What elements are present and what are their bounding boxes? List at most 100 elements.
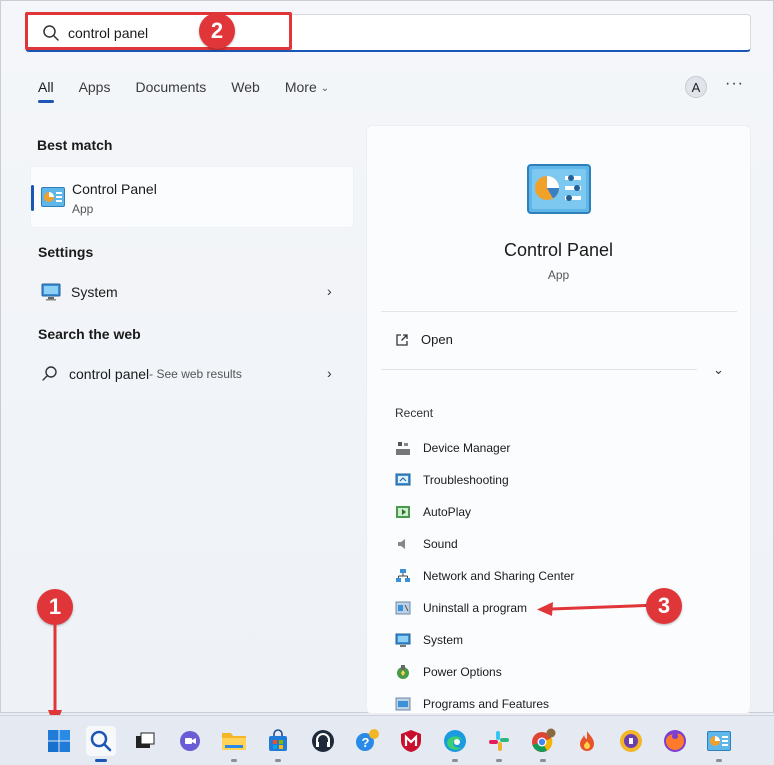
- mcafee-shield-icon: [401, 730, 421, 752]
- control-panel-icon: [707, 731, 731, 751]
- annotation-badge-1: 1: [37, 589, 73, 625]
- detail-title: Control Panel: [503, 240, 614, 260]
- programs-features-icon: [395, 697, 411, 711]
- store-bag-icon: [269, 729, 287, 751]
- annotation-badge-2: 2: [199, 13, 235, 49]
- taskbar-search-button[interactable]: [86, 726, 116, 762]
- svg-text:?: ?: [362, 735, 370, 750]
- start-search-panel: 2 All Apps Documents Web More⌄ A ··· Bes…: [0, 0, 774, 714]
- best-match-type: App: [72, 202, 94, 216]
- task-view-icon: [136, 732, 155, 748]
- recent-item-label: Troubleshooting: [423, 473, 509, 487]
- edge-button[interactable]: [440, 726, 470, 762]
- more-options-icon[interactable]: ···: [725, 75, 744, 93]
- search-icon: [43, 24, 59, 41]
- search-box[interactable]: [25, 14, 751, 52]
- recent-item-uninstall[interactable]: Uninstall a program: [395, 600, 527, 616]
- settings-heading: Settings: [38, 244, 94, 260]
- recent-item-device-manager[interactable]: Device Manager: [395, 440, 510, 456]
- search-input[interactable]: [68, 24, 668, 41]
- search-icon: [90, 730, 112, 752]
- recent-item-label: Uninstall a program: [423, 601, 528, 615]
- network-icon: [396, 569, 410, 582]
- slack-icon: [489, 731, 509, 751]
- device-manager-icon: [396, 442, 410, 455]
- control-panel-large-icon: [527, 164, 591, 214]
- get-help-button[interactable]: ?: [352, 726, 382, 756]
- tab-web[interactable]: Web: [231, 79, 260, 103]
- recent-item-label: Programs and Features: [423, 697, 550, 711]
- recent-item-troubleshooting[interactable]: Troubleshooting: [395, 472, 509, 488]
- settings-item-system[interactable]: System: [41, 281, 118, 303]
- running-indicator: [540, 759, 546, 762]
- system-monitor-icon: [41, 283, 61, 301]
- recent-heading: Recent: [395, 406, 434, 420]
- search-filter-tabs: All Apps Documents Web More ⌄: [38, 79, 354, 103]
- avatar[interactable]: A: [685, 76, 707, 98]
- recent-item-label: System: [423, 633, 464, 647]
- open-button[interactable]: Open: [395, 332, 453, 347]
- running-indicator: [716, 759, 722, 762]
- slack-button[interactable]: [484, 726, 514, 762]
- recent-item-label: AutoPlay: [423, 505, 472, 519]
- search-icon: [42, 366, 57, 381]
- chat-icon: [180, 731, 200, 751]
- running-indicator: [496, 759, 502, 762]
- windows-logo-icon: [48, 730, 70, 752]
- recent-item-system[interactable]: System: [395, 632, 463, 648]
- autoplay-icon: [396, 506, 410, 518]
- divider: [381, 369, 697, 370]
- tab-all[interactable]: All: [38, 79, 54, 103]
- firefox-button[interactable]: [660, 726, 690, 756]
- vpn-button[interactable]: [616, 726, 646, 756]
- chat-button[interactable]: [175, 726, 205, 756]
- recent-item-autoplay[interactable]: AutoPlay: [395, 504, 471, 520]
- expand-chevron-icon[interactable]: ⌄: [713, 362, 724, 378]
- running-indicator: [275, 759, 281, 762]
- control-panel-taskbar-button[interactable]: [704, 726, 734, 762]
- web-query: control panel: [69, 366, 150, 382]
- help-icon: ?: [356, 729, 379, 751]
- recent-item-label: Network and Sharing Center: [423, 569, 575, 583]
- tab-documents[interactable]: Documents: [135, 79, 206, 103]
- troubleshooting-icon: [395, 473, 411, 486]
- recent-item-label: Power Options: [423, 665, 502, 679]
- divider: [381, 311, 737, 312]
- tab-apps[interactable]: Apps: [79, 79, 111, 103]
- tab-more[interactable]: More ⌄: [285, 79, 329, 103]
- best-match-heading: Best match: [37, 137, 113, 153]
- recent-item-label: Device Manager: [423, 441, 511, 455]
- task-view-button[interactable]: [130, 726, 160, 756]
- app-button-headset[interactable]: [308, 726, 338, 756]
- web-result-item[interactable]: control panel - See web results: [41, 363, 242, 385]
- edge-browser-icon: [444, 730, 466, 752]
- best-match-name: Control Panel: [72, 181, 157, 197]
- recent-item-network[interactable]: Network and Sharing Center: [395, 568, 574, 584]
- recent-item-sound[interactable]: Sound: [395, 536, 458, 552]
- start-button[interactable]: [44, 726, 74, 756]
- open-external-icon: [396, 333, 408, 346]
- file-explorer-button[interactable]: [219, 726, 249, 762]
- speaker-icon: [398, 539, 405, 549]
- best-match-control-panel[interactable]: Control Panel App: [30, 166, 354, 228]
- mcafee-button[interactable]: [396, 726, 426, 756]
- active-indicator: [95, 759, 107, 762]
- taskbar: ?: [0, 715, 774, 765]
- chevron-right-icon[interactable]: ›: [327, 283, 332, 299]
- store-button[interactable]: [263, 726, 293, 762]
- annotation-badge-3: 3: [646, 588, 682, 624]
- detail-pane: Control Panel App Open ⌄ Recent Device M…: [366, 125, 751, 714]
- app-button-flame[interactable]: [572, 726, 602, 756]
- system-monitor-icon: [395, 633, 411, 647]
- chevron-right-icon[interactable]: ›: [327, 365, 332, 381]
- running-indicator: [231, 759, 237, 762]
- recent-item-programs-features[interactable]: Programs and Features: [395, 696, 549, 712]
- running-indicator: [452, 759, 458, 762]
- recent-item-label: Sound: [423, 537, 458, 551]
- folder-icon: [222, 733, 246, 750]
- chrome-button[interactable]: [528, 726, 558, 762]
- recent-item-power[interactable]: Power Options: [395, 664, 502, 680]
- power-options-icon: [397, 665, 409, 679]
- flame-app-icon: [580, 731, 594, 751]
- vpn-shield-icon: [620, 730, 642, 752]
